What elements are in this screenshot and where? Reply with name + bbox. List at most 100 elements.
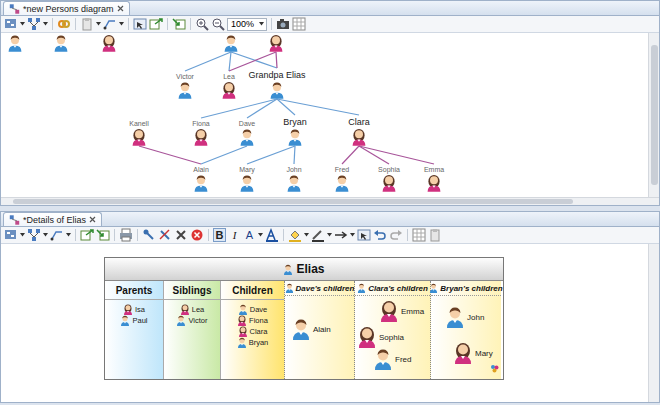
zoomout-icon[interactable] — [211, 17, 225, 31]
person-node[interactable]: Victor — [177, 81, 193, 99]
palette-icon[interactable] — [4, 17, 18, 31]
redo-icon[interactable] — [389, 228, 403, 242]
dropdown-arrow-icon[interactable] — [119, 22, 124, 26]
dropdown-arrow-icon[interactable] — [43, 233, 48, 237]
person-item[interactable]: Bryan — [237, 337, 269, 348]
relation-line[interactable] — [247, 99, 277, 118]
route-icon[interactable] — [50, 228, 64, 242]
dropdown-arrow-icon[interactable] — [66, 233, 71, 237]
close-icon[interactable] — [117, 5, 124, 12]
dropdown-arrow-icon[interactable] — [350, 233, 355, 237]
person-item[interactable]: Isa — [123, 304, 145, 315]
delete-icon[interactable] — [174, 228, 188, 242]
dropdown-arrow-icon[interactable] — [259, 22, 264, 26]
relation-line[interactable] — [247, 146, 295, 164]
horizontal-scrollbar[interactable] — [1, 197, 659, 205]
deletered-icon[interactable] — [190, 228, 204, 242]
editor-tab[interactable]: *Details of Elias — [3, 212, 102, 226]
person-item[interactable]: Emma — [379, 300, 424, 322]
relation-line[interactable] — [201, 146, 247, 164]
fill-icon[interactable] — [288, 228, 302, 242]
relation-line[interactable] — [185, 52, 231, 71]
undo-icon[interactable] — [373, 228, 387, 242]
person-node[interactable] — [7, 34, 23, 52]
relation-line[interactable] — [139, 146, 201, 164]
format-button[interactable]: B — [213, 228, 226, 242]
person-node[interactable]: Emma — [426, 174, 442, 192]
person-node[interactable]: Alain — [193, 174, 209, 192]
dropdown-arrow-icon[interactable] — [258, 233, 263, 237]
export-icon[interactable] — [80, 228, 94, 242]
diagram-canvas[interactable]: VictorLeaGrandpa EliasKanellFionaDaveBry… — [1, 33, 648, 197]
clip-icon[interactable] — [80, 17, 94, 31]
person-node[interactable]: Fred — [334, 174, 350, 192]
select-icon[interactable] — [357, 228, 371, 242]
unpin-icon[interactable] — [158, 228, 172, 242]
person-item[interactable]: Fred — [373, 348, 411, 370]
editor-tab[interactable]: *new Persons diagram — [3, 1, 130, 15]
format-button[interactable]: A — [243, 228, 256, 242]
route-icon[interactable] — [103, 17, 117, 31]
arrow-icon[interactable] — [334, 228, 348, 242]
dropdown-arrow-icon[interactable] — [96, 22, 101, 26]
person-item[interactable]: Mary — [453, 342, 493, 364]
relation-line[interactable] — [277, 99, 359, 115]
import-icon[interactable] — [172, 17, 186, 31]
vertical-scrollbar[interactable] — [648, 33, 659, 197]
person-node[interactable]: Sophia — [381, 174, 397, 192]
person-item[interactable]: Sophia — [357, 326, 404, 348]
zoom-combo[interactable]: 100% — [227, 18, 267, 31]
dropdown-arrow-icon[interactable] — [304, 233, 309, 237]
person-node[interactable] — [101, 34, 117, 52]
person-node[interactable]: Mary — [239, 174, 255, 192]
print-icon[interactable] — [119, 228, 133, 242]
relation-line[interactable] — [359, 146, 389, 164]
person-item[interactable]: Lea — [180, 304, 205, 315]
relation-line[interactable] — [342, 146, 359, 164]
person-node[interactable] — [53, 34, 69, 52]
person-item[interactable]: Fiona — [237, 315, 268, 326]
font-icon[interactable] — [265, 228, 279, 242]
dropdown-arrow-icon[interactable] — [327, 233, 332, 237]
vertical-scrollbar[interactable] — [648, 244, 659, 402]
dropdown-arrow-icon[interactable] — [43, 22, 48, 26]
person-item[interactable]: Paul — [120, 315, 147, 326]
person-node[interactable] — [268, 34, 284, 52]
pin-icon[interactable] — [142, 228, 156, 242]
person-node[interactable]: Kanell — [131, 128, 147, 146]
palette-icon[interactable] — [4, 228, 18, 242]
person-node[interactable]: Bryan — [287, 128, 303, 146]
scroll-thumb[interactable] — [651, 45, 658, 185]
camera-icon[interactable] — [276, 17, 290, 31]
layout-icon[interactable] — [27, 17, 41, 31]
person-node[interactable]: Fiona — [193, 128, 209, 146]
import-icon[interactable] — [96, 228, 110, 242]
line-icon[interactable] — [311, 228, 325, 242]
relation-line[interactable] — [229, 52, 276, 71]
format-button[interactable]: I — [228, 228, 241, 242]
relation-line[interactable] — [276, 52, 277, 68]
person-node[interactable]: Dave — [239, 128, 255, 146]
person-item[interactable]: John — [445, 306, 484, 328]
relation-line[interactable] — [201, 99, 277, 118]
clip-icon[interactable] — [428, 228, 442, 242]
layout-icon[interactable] — [27, 228, 41, 242]
person-item[interactable]: Victor — [176, 315, 207, 326]
close-icon[interactable] — [89, 216, 96, 223]
person-node[interactable] — [223, 34, 239, 52]
grid-icon[interactable] — [292, 17, 306, 31]
link-icon[interactable] — [57, 17, 71, 31]
grid-icon[interactable] — [412, 228, 426, 242]
zoomin-icon[interactable] — [195, 17, 209, 31]
person-node[interactable]: John — [286, 174, 302, 192]
person-node[interactable]: Clara — [351, 128, 367, 146]
person-item[interactable]: Clara — [238, 326, 268, 337]
select-icon[interactable] — [133, 17, 147, 31]
scroll-thumb[interactable] — [13, 199, 573, 204]
dropdown-arrow-icon[interactable] — [20, 22, 25, 26]
family-table[interactable]: EliasParentsIsaPaulSiblingsLeaVictorChil… — [104, 257, 504, 380]
relation-line[interactable] — [359, 146, 434, 164]
export-icon[interactable] — [149, 17, 163, 31]
person-item[interactable]: Dave — [238, 304, 268, 315]
relation-line[interactable] — [229, 52, 231, 71]
